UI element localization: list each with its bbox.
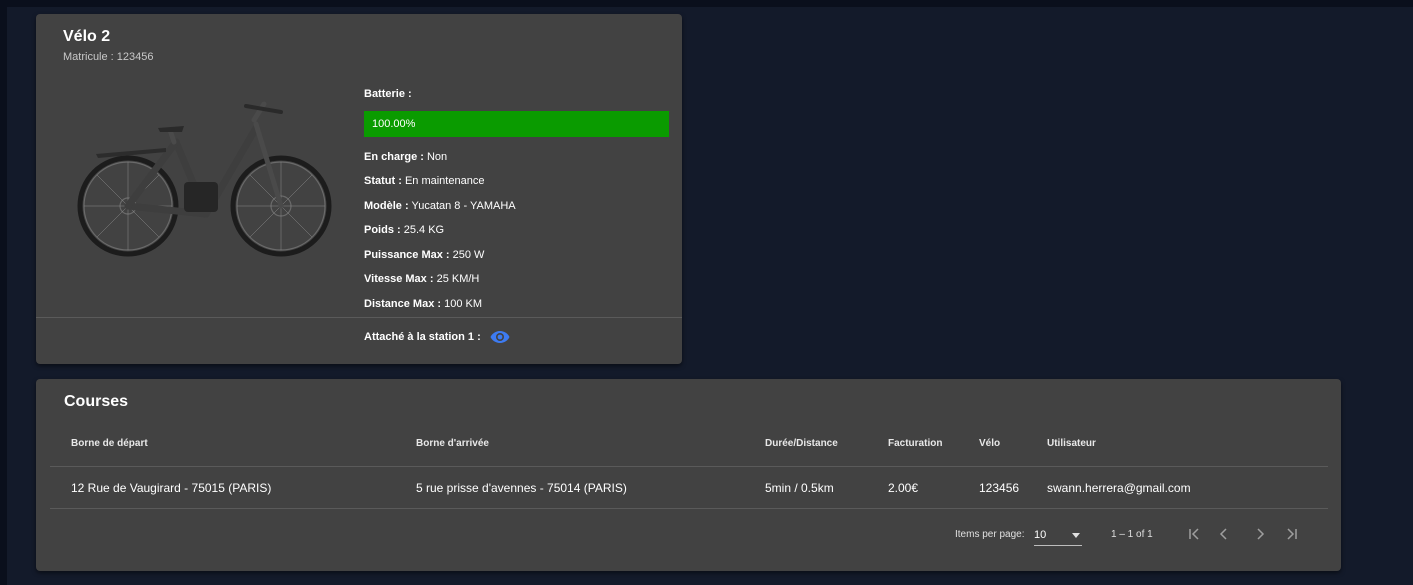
detail-status: Statut : En maintenance [364,169,669,194]
column-header-user[interactable]: Utilisateur [1047,438,1096,449]
cell-arrival: 5 rue prisse d'avennes - 75014 (PARIS) [416,481,627,495]
view-station-button[interactable] [489,326,511,348]
station-label: Attaché à la station 1 : [364,331,481,343]
detail-label: Modèle : [364,199,409,212]
last-page-button[interactable] [1280,522,1304,546]
column-header-departure[interactable]: Borne de départ [71,438,148,449]
bike-image [77,101,332,257]
first-page-button[interactable] [1182,522,1206,546]
station-row: Attaché à la station 1 : [364,326,511,348]
courses-title: Courses [64,393,129,410]
previous-page-button[interactable] [1212,522,1236,546]
eye-icon [490,331,510,343]
detail-max-distance: Distance Max : 100 KM [364,292,669,317]
detail-value: 100 KM [441,297,482,310]
bike-matricule: Matricule : 123456 [63,51,154,63]
detail-label: Statut : [364,175,402,187]
chevron-down-icon [1072,532,1080,538]
detail-label: Distance Max : [364,297,442,310]
battery-text: 100.00% [372,117,416,130]
cell-duration: 5min / 0.5km [765,481,834,495]
cell-departure: 12 Rue de Vaugirard - 75015 (PARIS) [71,481,272,495]
next-page-button[interactable] [1248,522,1272,546]
items-per-page-label: Items per page: [955,529,1025,540]
courses-card: Courses Borne de départ Borne d'arrivée … [36,379,1341,571]
detail-value: Yucatan 8 - YAMAHA [408,199,516,212]
cell-bike: 123456 [979,481,1020,495]
header-divider [50,466,1328,467]
chevron-left-icon [1219,528,1227,540]
detail-max-speed: Vitesse Max : 25 KM/H [364,267,669,292]
column-header-bike[interactable]: Vélo [979,438,1000,449]
detail-label: En charge : [364,150,424,163]
items-per-page-select[interactable]: 10 [1034,529,1082,546]
detail-value: 25 KM/H [433,273,480,285]
divider [36,317,682,318]
battery-label: Batterie : [364,88,412,100]
detail-value: Non [423,150,448,163]
battery-bar: 100.00% [364,110,669,137]
detail-value: En maintenance [401,175,485,187]
detail-label: Puissance Max : [364,248,450,261]
column-header-arrival[interactable]: Borne d'arrivée [416,438,489,449]
column-header-billing[interactable]: Facturation [888,438,942,449]
detail-model: Modèle : Yucatan 8 - YAMAHA [364,194,669,219]
detail-label: Poids : [364,224,401,236]
cell-billing: 2.00€ [888,481,919,495]
detail-charging: En charge : Non [364,145,669,170]
bike-card: Vélo 2 Matricule : 123456 Batterie: 100… [36,14,682,364]
cell-user: swann.herrera@gmail.com [1047,481,1191,495]
row-divider [50,508,1328,509]
detail-label: Vitesse Max : [364,273,434,285]
column-header-duration[interactable]: Durée/Distance [765,438,838,449]
bike-details: Batterie : 100.00% En charge : Non Statu… [364,82,669,316]
detail-value: 25.4 KG [400,224,445,236]
detail-max-power: Puissance Max : 250 W [364,243,669,268]
chevron-right-icon [1257,528,1265,540]
last-page-icon [1287,528,1297,540]
items-per-page-value: 10 [1034,529,1047,541]
first-page-icon [1189,528,1199,540]
detail-weight: Poids : 25.4 KG [364,218,669,243]
page-range: 1 – 1 of 1 [1111,529,1153,540]
detail-value: 250 W [449,248,485,261]
bike-title: Vélo 2 [63,28,111,45]
